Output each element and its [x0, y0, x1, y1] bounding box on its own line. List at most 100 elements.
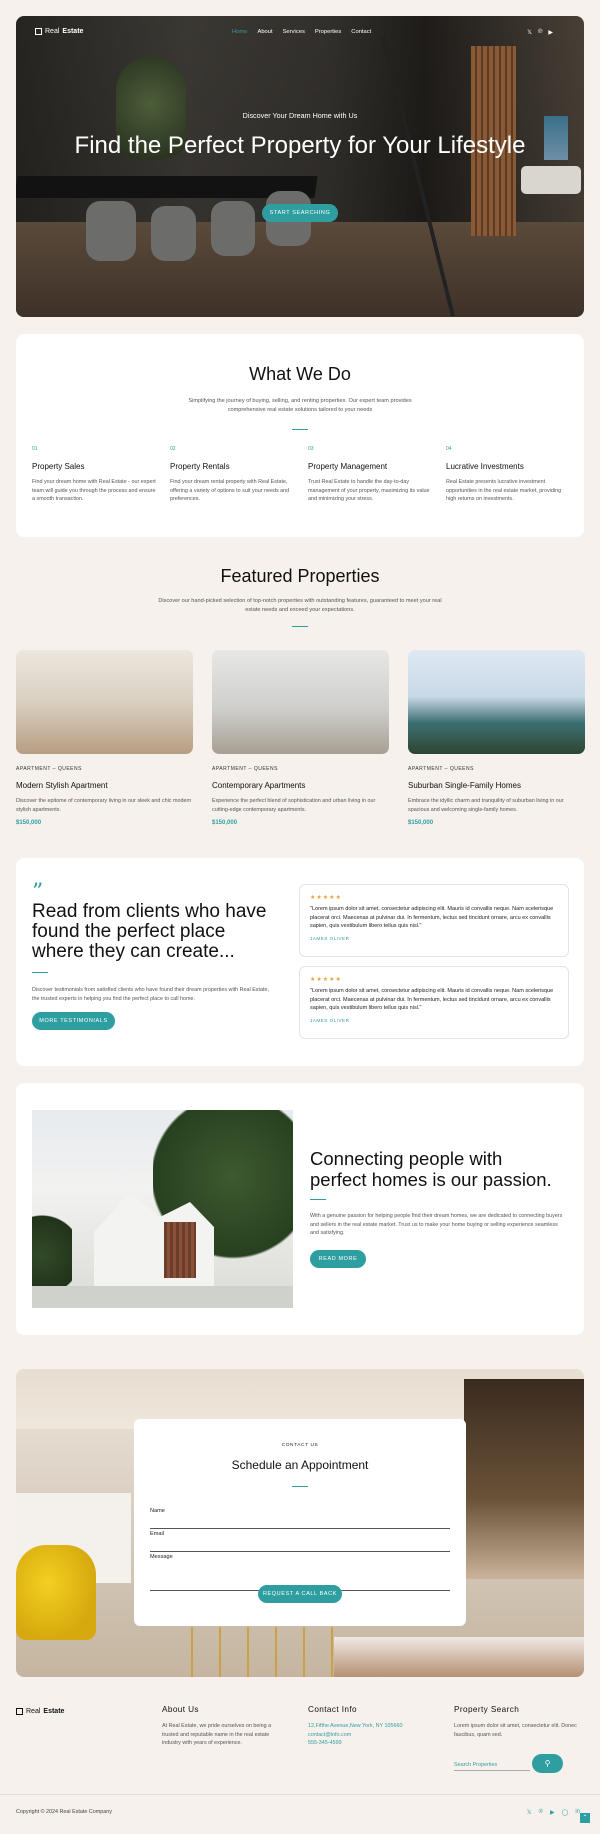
footer-search-title: Property Search [454, 1705, 520, 1714]
footer-address[interactable]: 12,Fifthe Avenue,New York, NY 105660 [308, 1722, 438, 1731]
top-navigation: Real Estate Home About Services Propertie… [16, 16, 584, 46]
request-call-back-button[interactable]: Request a Call Back [258, 1585, 342, 1603]
section-divider [292, 429, 308, 430]
read-more-button[interactable]: Read More [310, 1250, 366, 1268]
twitter-icon[interactable]: 𝕏 [527, 29, 532, 36]
services-list: 01 Property Sales Find your dream home w… [32, 446, 584, 504]
interior-doorway [464, 1379, 584, 1579]
about-description: With a genuine passion for helping peopl… [310, 1213, 563, 1237]
footer-phone[interactable]: 555-345-4599 [308, 1739, 438, 1748]
section-divider [310, 1199, 326, 1200]
nav-home[interactable]: Home [232, 29, 247, 35]
gold-table-legs [191, 1627, 341, 1677]
footer-logo[interactable]: Real Estate [16, 1708, 64, 1715]
service-title: Property Rentals [170, 462, 230, 471]
footer-email[interactable]: contact@info.com [308, 1731, 438, 1740]
testimonials-description: Discover testimonials from satisfied cli… [32, 987, 269, 1002]
copyright-text: Copyright © 2024 Real Estate Company [16, 1809, 112, 1815]
site-logo[interactable]: Real Estate [35, 28, 83, 35]
property-description: Experience the perfect blend of sophisti… [212, 798, 376, 813]
what-we-do-section: What We Do Simplifying the journey of bu… [16, 334, 584, 537]
service-title: Property Management [308, 462, 388, 471]
service-description: Real Estate presents lucrative investmen… [446, 479, 562, 503]
section-divider [292, 626, 308, 627]
appointment-section: CONTACT US Schedule an Appointment Name … [16, 1369, 584, 1677]
more-testimonials-button[interactable]: More Testimonials [32, 1012, 115, 1030]
hero-subtitle: Discover Your Dream Home with Us [242, 111, 358, 120]
property-image[interactable] [408, 650, 585, 754]
logo-bold-text: Estate [62, 28, 84, 35]
hero-section: Real Estate Home About Services Propertie… [16, 16, 584, 317]
service-item: 02 Property Rentals Find your dream rent… [170, 446, 308, 504]
star-rating: ★★★★★ [310, 895, 342, 901]
hero-chair [211, 201, 255, 256]
nav-services[interactable]: Services [283, 29, 305, 35]
footer-divider [0, 1794, 600, 1795]
section-divider [32, 972, 48, 973]
property-price: $150,000 [16, 820, 42, 826]
service-number: 04 [446, 446, 452, 452]
property-tag: APARTMENT – QUEENS [408, 766, 474, 772]
review-text: "Lorem ipsum dolor sit amet, consectetur… [310, 906, 554, 929]
footer-about-text: At Real Estate, we pride ourselves on be… [162, 1723, 272, 1747]
property-name[interactable]: Contemporary Apartments [212, 781, 389, 790]
start-searching-button[interactable]: Start Searching [262, 204, 338, 222]
property-price: $150,000 [408, 820, 434, 826]
section-divider [292, 1486, 308, 1487]
what-we-do-intro: Simplifying the journey of buying, selli… [188, 398, 412, 413]
instagram-icon[interactable]: ◯ [562, 1809, 569, 1816]
service-description: Find your dream rental property with Rea… [170, 479, 290, 503]
review-card: ★★★★★ "Lorem ipsum dolor sit amet, conse… [299, 966, 569, 1039]
property-card[interactable]: APARTMENT – QUEENS Contemporary Apartmen… [212, 650, 389, 826]
property-card[interactable]: APARTMENT – QUEENS Modern Stylish Apartm… [16, 650, 193, 826]
footer-contact-title: Contact Info [308, 1705, 357, 1714]
youtube-icon[interactable]: ▶ [548, 29, 553, 36]
logo-bold-text: Estate [43, 1708, 65, 1715]
logo-light-text: Real [45, 28, 60, 35]
pinterest-icon[interactable]: ℗ [539, 1809, 543, 1816]
search-properties-input[interactable]: Search Properties [454, 1759, 530, 1771]
service-description: Find your dream home with Real Estate - … [32, 479, 156, 503]
property-name[interactable]: Suburban Single-Family Homes [408, 781, 585, 790]
property-image[interactable] [16, 650, 193, 754]
featured-properties-title: Featured Properties [220, 566, 380, 586]
twitter-icon[interactable]: 𝕏 [527, 1809, 532, 1816]
footer-contact: Contact Info 12,Fifthe Avenue,New York, … [308, 1705, 438, 1748]
nav-properties[interactable]: Properties [315, 29, 341, 35]
hero-sofa [521, 166, 581, 194]
yellow-armchair [16, 1545, 96, 1640]
property-price: $150,000 [212, 820, 238, 826]
review-card: ★★★★★ "Lorem ipsum dolor sit amet, conse… [299, 884, 569, 957]
youtube-icon[interactable]: ▶ [550, 1809, 555, 1816]
property-description: Discover the epitome of contemporary liv… [16, 798, 192, 813]
appointment-title: Schedule an Appointment [231, 1458, 369, 1472]
reviewer-name: JAMES OLIVER [310, 1017, 350, 1023]
name-label: Name [150, 1508, 165, 1514]
testimonials-section: ” Read from clients who have found the p… [16, 858, 584, 1066]
property-description: Embrace the idyllic charm and tranquilit… [408, 798, 564, 813]
property-card[interactable]: APARTMENT – QUEENS Suburban Single-Famil… [408, 650, 585, 826]
ground-graphic [32, 1286, 293, 1308]
scroll-to-top-button[interactable]: ⌃ [580, 1813, 590, 1823]
nav-contact[interactable]: Contact [351, 29, 371, 35]
search-button[interactable]: ⚲ [532, 1754, 563, 1773]
property-name[interactable]: Modern Stylish Apartment [16, 781, 193, 790]
nav-about[interactable]: About [257, 29, 272, 35]
property-image[interactable] [212, 650, 389, 754]
review-text: "Lorem ipsum dolor sit amet, consectetur… [310, 988, 554, 1011]
service-item: 03 Property Management Trust Real Estate… [308, 446, 446, 504]
appointment-form: CONTACT US Schedule an Appointment Name … [134, 1419, 466, 1626]
what-we-do-title: What We Do [249, 364, 351, 384]
property-tag: APARTMENT – QUEENS [16, 766, 82, 772]
header-social-links: 𝕏 ℗ ▶ [527, 29, 553, 36]
featured-properties-intro: Discover our hand-picked selection of to… [158, 598, 442, 613]
testimonials-title: Read from clients who have found the per… [32, 901, 267, 962]
service-item: 01 Property Sales Find your dream home w… [32, 446, 170, 504]
footer-about-title: About Us [162, 1705, 199, 1714]
message-label: Message [150, 1554, 173, 1560]
footer-search: Property Search Lorem ipsum dolor sit am… [454, 1705, 579, 1775]
door-graphic [164, 1222, 196, 1278]
logo-light-text: Real [26, 1708, 41, 1715]
pinterest-icon[interactable]: ℗ [538, 29, 542, 36]
service-title: Property Sales [32, 462, 85, 471]
